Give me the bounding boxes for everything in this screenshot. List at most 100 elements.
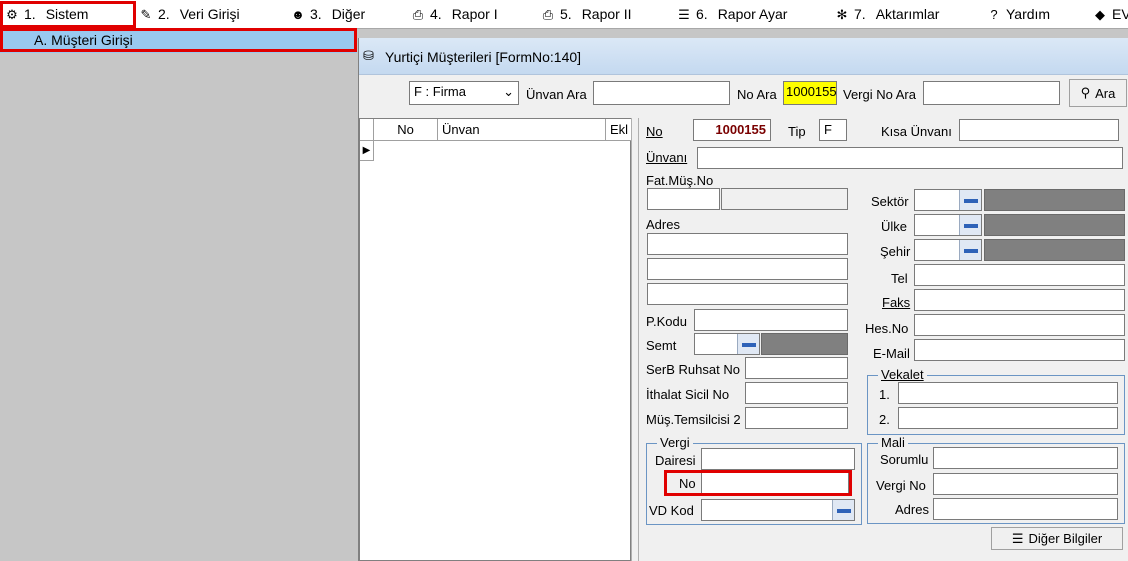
vd-kod-input[interactable] [701, 499, 855, 521]
grid-row-header [360, 119, 374, 141]
vd-kod-label: VD Kod [649, 503, 694, 518]
printer-icon: ⎙ [542, 6, 554, 22]
no-ara-value: 1000155 [786, 84, 837, 99]
vergi-no-ara-label: Vergi No Ara [843, 87, 916, 102]
ulke-desc [984, 214, 1125, 236]
sektor-lookup-icon[interactable] [959, 190, 981, 210]
sehir-label: Şehir [880, 244, 911, 259]
menu-label: Aktarımlar [875, 6, 940, 22]
ulke-lookup-icon[interactable] [959, 215, 981, 235]
type-filter-value: F : Firma [414, 84, 466, 99]
adres-line-1[interactable] [647, 233, 848, 255]
email-input[interactable] [914, 339, 1125, 361]
menu-sistem[interactable]: ⚙ 1. Sistem [4, 4, 88, 25]
vergi-no-ara-input[interactable] [923, 81, 1060, 105]
menu-label: EV [1112, 6, 1128, 22]
printer-icon: ⎙ [412, 6, 424, 22]
menu-yardim[interactable]: ? Yardım [986, 4, 1050, 25]
grid-splitter[interactable] [631, 118, 639, 561]
vd-kod-lookup-icon[interactable] [832, 500, 854, 520]
settings-icon: ⚙ [6, 6, 18, 22]
mus-temsilcisi-input[interactable] [745, 407, 848, 429]
menu-rapor-1[interactable]: ⎙ 4. Rapor I [410, 4, 498, 25]
edit-icon: ✎ [140, 6, 152, 22]
tip-value: F [824, 122, 832, 137]
people-icon: ☻ [291, 6, 305, 22]
semt-lookup-icon[interactable] [737, 334, 759, 354]
adres-line-3[interactable] [647, 283, 848, 305]
help-icon: ? [990, 6, 998, 22]
menu-rapor-ayar[interactable]: ☰ 6. Rapor Ayar [676, 4, 787, 25]
no-input[interactable]: 1000155 [693, 119, 771, 141]
unvani-input[interactable] [697, 147, 1123, 169]
menu-label: Yardım [1006, 6, 1051, 22]
fat-mus-no-input[interactable] [647, 188, 720, 210]
ulke-label: Ülke [881, 219, 908, 234]
mali-vergi-no-input[interactable] [933, 473, 1118, 495]
serb-ruhsat-input[interactable] [745, 357, 848, 379]
vergi-dairesi-label: Dairesi [655, 453, 696, 468]
vergi-no-input[interactable] [701, 472, 849, 494]
kisa-unvani-input[interactable] [959, 119, 1119, 141]
unvan-ara-input[interactable] [593, 81, 730, 105]
sektor-input[interactable] [914, 189, 982, 211]
vekalet-caption: Vekalet [878, 367, 927, 382]
pkodu-label: P.Kodu [646, 314, 687, 329]
menu-number: 3. [310, 6, 322, 22]
menu-diger[interactable]: ☻ 3. Diğer [290, 4, 365, 25]
ithalat-sicil-input[interactable] [745, 382, 848, 404]
vekalet-2-input[interactable] [898, 407, 1118, 429]
semt-input[interactable] [694, 333, 760, 355]
menu-number: 6. [696, 6, 708, 22]
tip-label: Tip [788, 124, 806, 139]
hes-no-input[interactable] [914, 314, 1125, 336]
email-label: E-Mail [873, 346, 910, 361]
sehir-desc [984, 239, 1125, 261]
no-label: No [646, 124, 663, 139]
sehir-input[interactable] [914, 239, 982, 261]
no-ara-input[interactable]: 1000155 [783, 81, 837, 105]
menu-number: 4. [430, 6, 442, 22]
unvan-ara-label: Ünvan Ara [526, 87, 587, 102]
type-filter-select[interactable]: F : Firma ⌄ [409, 81, 519, 105]
diger-bilgiler-label: Diğer Bilgiler [1028, 531, 1103, 546]
vergi-caption: Vergi [657, 435, 693, 450]
sehir-lookup-icon[interactable] [959, 240, 981, 260]
sistem-dropdown-item[interactable]: A. Müşteri Girişi [0, 29, 357, 53]
search-button[interactable]: ⚲ Ara [1069, 79, 1127, 107]
mali-adres-input[interactable] [933, 498, 1118, 520]
pkodu-input[interactable] [694, 309, 848, 331]
ulke-input[interactable] [914, 214, 982, 236]
menu-veri-girisi[interactable]: ✎ 2. Veri Girişi [138, 4, 240, 25]
menu-aktarimlar[interactable]: ✻ 7. Aktarımlar [834, 4, 940, 25]
tip-input[interactable]: F [819, 119, 847, 141]
menu-number: 5. [560, 6, 572, 22]
menu-label: Diğer [331, 6, 366, 22]
fat-mus-no-label: Fat.Müş.No [646, 173, 714, 188]
menu-bar: ⚙ 1. Sistem ✎ 2. Veri Girişi ☻ 3. Diğer … [0, 0, 1128, 29]
tel-input[interactable] [914, 264, 1125, 286]
sektor-desc [984, 189, 1125, 211]
faks-input[interactable] [914, 289, 1125, 311]
tel-label: Tel [891, 271, 908, 286]
menu-rapor-2[interactable]: ⎙ 5. Rapor II [540, 4, 632, 25]
menu-ev[interactable]: ◆ EV [1092, 4, 1128, 25]
mus-temsilcisi-label: Müş.Temsilcisi 2 [646, 412, 741, 427]
mali-sorumlu-input[interactable] [933, 447, 1118, 469]
grid-col-unvan[interactable]: Ünvan [438, 119, 606, 141]
customer-grid[interactable]: No Ünvan Ekl ▶ [359, 118, 632, 561]
vergi-dairesi-input[interactable] [701, 448, 855, 470]
adres-label: Adres [646, 217, 680, 232]
diger-bilgiler-button[interactable]: ☰ Diğer Bilgiler [991, 527, 1123, 550]
list-icon: ☰ [1011, 530, 1024, 546]
grid-col-unvan-label: Ünvan [442, 122, 480, 137]
menu-label: Rapor II [581, 6, 632, 22]
ithalat-sicil-label: İthalat Sicil No [646, 387, 730, 402]
vekalet-1-input[interactable] [898, 382, 1118, 404]
menu-number: 7. [854, 6, 866, 22]
adres-line-2[interactable] [647, 258, 848, 280]
vekalet-2-label: 2. [879, 412, 890, 427]
serb-ruhsat-label: SerB Ruhsat No [646, 362, 740, 377]
grid-col-no[interactable]: No [374, 119, 438, 141]
grid-col-ekl[interactable]: Ekl [606, 119, 632, 141]
